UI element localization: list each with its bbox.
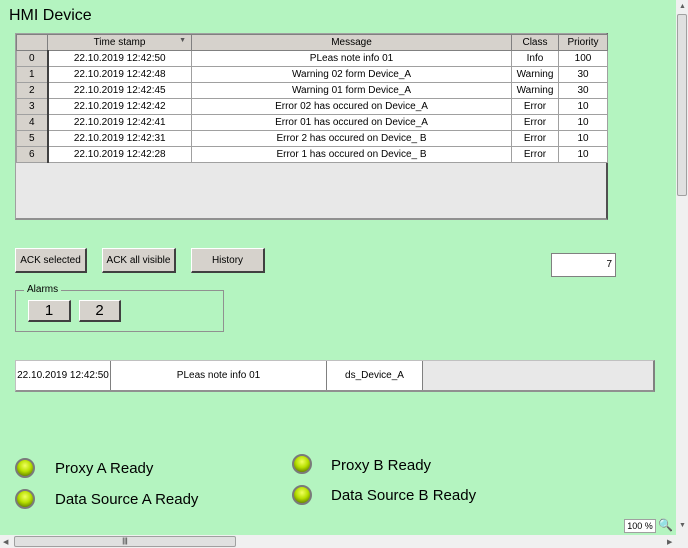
row-class: Error (511, 146, 559, 163)
row-priority: 10 (558, 146, 608, 163)
table-row[interactable]: 1 22.10.2019 12:42:48 Warning 02 form Devi… (16, 66, 608, 83)
current-alarm-time: 22.10.2019 12:42:50 (16, 361, 111, 390)
row-index: 2 (16, 82, 49, 99)
ack-all-visible-button[interactable]: ACK all visible (102, 248, 176, 273)
row-message: PLeas note info 01 (191, 50, 512, 67)
row-index: 0 (16, 50, 49, 67)
row-class: Warning (511, 66, 559, 83)
scroll-up-icon[interactable]: ▲ (679, 3, 686, 10)
row-class: Error (511, 130, 559, 147)
row-priority: 10 (558, 114, 608, 131)
row-message: Error 01 has occured on Device_A (191, 114, 512, 131)
row-timestamp: 22.10.2019 12:42:45 (47, 82, 192, 99)
row-index: 3 (16, 98, 49, 115)
row-timestamp: 22.10.2019 12:42:41 (47, 114, 192, 131)
proxy-a-label: Proxy A Ready (55, 460, 154, 477)
row-class: Warning (511, 82, 559, 99)
table-row[interactable]: 4 22.10.2019 12:42:41 Error 01 has occured… (16, 114, 608, 131)
row-priority: 30 (558, 82, 608, 99)
header-timestamp-label: Time stamp (93, 37, 146, 48)
current-alarm-message: PLeas note info 01 (111, 361, 327, 390)
alarms-group-label: Alarms (24, 284, 62, 295)
data-source-a-led-icon (15, 489, 35, 509)
row-timestamp: 22.10.2019 12:42:28 (47, 146, 192, 163)
row-timestamp: 22.10.2019 12:42:50 (47, 50, 192, 67)
table-row[interactable]: 2 22.10.2019 12:42:45 Warning 01 form Devi… (16, 82, 608, 99)
row-class: Error (511, 114, 559, 131)
row-priority: 10 (558, 130, 608, 147)
row-index: 6 (16, 146, 49, 163)
row-index: 4 (16, 114, 49, 131)
row-message: Warning 02 form Device_A (191, 66, 512, 83)
header-timestamp[interactable]: Time stamp ▼ (47, 34, 192, 51)
row-message: Warning 01 form Device_A (191, 82, 512, 99)
table-row[interactable]: 6 22.10.2019 12:42:28 Error 1 has occured … (16, 146, 608, 163)
history-button[interactable]: History (191, 248, 265, 273)
row-message: Error 2 has occured on Device_ B (191, 130, 512, 147)
table-row[interactable]: 0 22.10.2019 12:42:50 PLeas note info 01 In… (16, 50, 608, 67)
count-field[interactable]: 7 (551, 253, 616, 277)
current-alarm-source: ds_Device_A (327, 361, 423, 390)
row-timestamp: 22.10.2019 12:42:48 (47, 66, 192, 83)
row-message: Error 1 has occured on Device_ B (191, 146, 512, 163)
row-timestamp: 22.10.2019 12:42:31 (47, 130, 192, 147)
row-class: Error (511, 98, 559, 115)
scroll-down-icon[interactable]: ▼ (679, 522, 686, 529)
zoom-icon[interactable]: 🔍 (658, 518, 673, 532)
horizontal-scroll-thumb[interactable]: ||| (14, 536, 236, 547)
scroll-right-icon[interactable]: ▶ (667, 538, 672, 546)
alarm-1-button[interactable]: 1 (28, 300, 71, 322)
header-class[interactable]: Class (511, 34, 559, 51)
proxy-b-led-icon (292, 454, 312, 474)
proxy-b-label: Proxy B Ready (331, 457, 432, 474)
proxy-a-led-icon (15, 458, 35, 478)
row-priority: 100 (558, 50, 608, 67)
vertical-scroll-thumb[interactable] (677, 14, 687, 196)
row-timestamp: 22.10.2019 12:42:42 (47, 98, 192, 115)
row-index: 1 (16, 66, 49, 83)
row-index: 5 (16, 130, 49, 147)
scroll-left-icon[interactable]: ◀ (3, 538, 8, 546)
zoom-level[interactable]: 100 % (624, 519, 656, 533)
alarm-2-button[interactable]: 2 (79, 300, 121, 322)
row-class: Info (511, 50, 559, 67)
table-row[interactable]: 5 22.10.2019 12:42:31 Error 2 has occured … (16, 130, 608, 147)
header-index[interactable] (16, 34, 48, 51)
alarm-table[interactable]: Time stamp ▼ Message Class Priority 0 22.1… (15, 33, 608, 220)
hmi-screen: HMI Device Time stamp ▼ Message Class Pri… (0, 0, 676, 535)
data-source-b-label: Data Source B Ready (331, 487, 477, 504)
row-priority: 10 (558, 98, 608, 115)
header-message[interactable]: Message (191, 34, 512, 51)
ack-selected-button[interactable]: ACK selected (15, 248, 87, 273)
sort-down-icon[interactable]: ▼ (179, 37, 186, 44)
row-message: Error 02 has occured on Device_A (191, 98, 512, 115)
header-priority[interactable]: Priority (558, 34, 608, 51)
current-alarm-bar: 22.10.2019 12:42:50 PLeas note info 01 d… (15, 360, 655, 392)
data-source-a-label: Data Source A Ready (55, 491, 199, 508)
page-title: HMI Device (9, 7, 92, 24)
data-source-b-led-icon (292, 485, 312, 505)
table-row[interactable]: 3 22.10.2019 12:42:42 Error 02 has occured… (16, 98, 608, 115)
row-priority: 30 (558, 66, 608, 83)
